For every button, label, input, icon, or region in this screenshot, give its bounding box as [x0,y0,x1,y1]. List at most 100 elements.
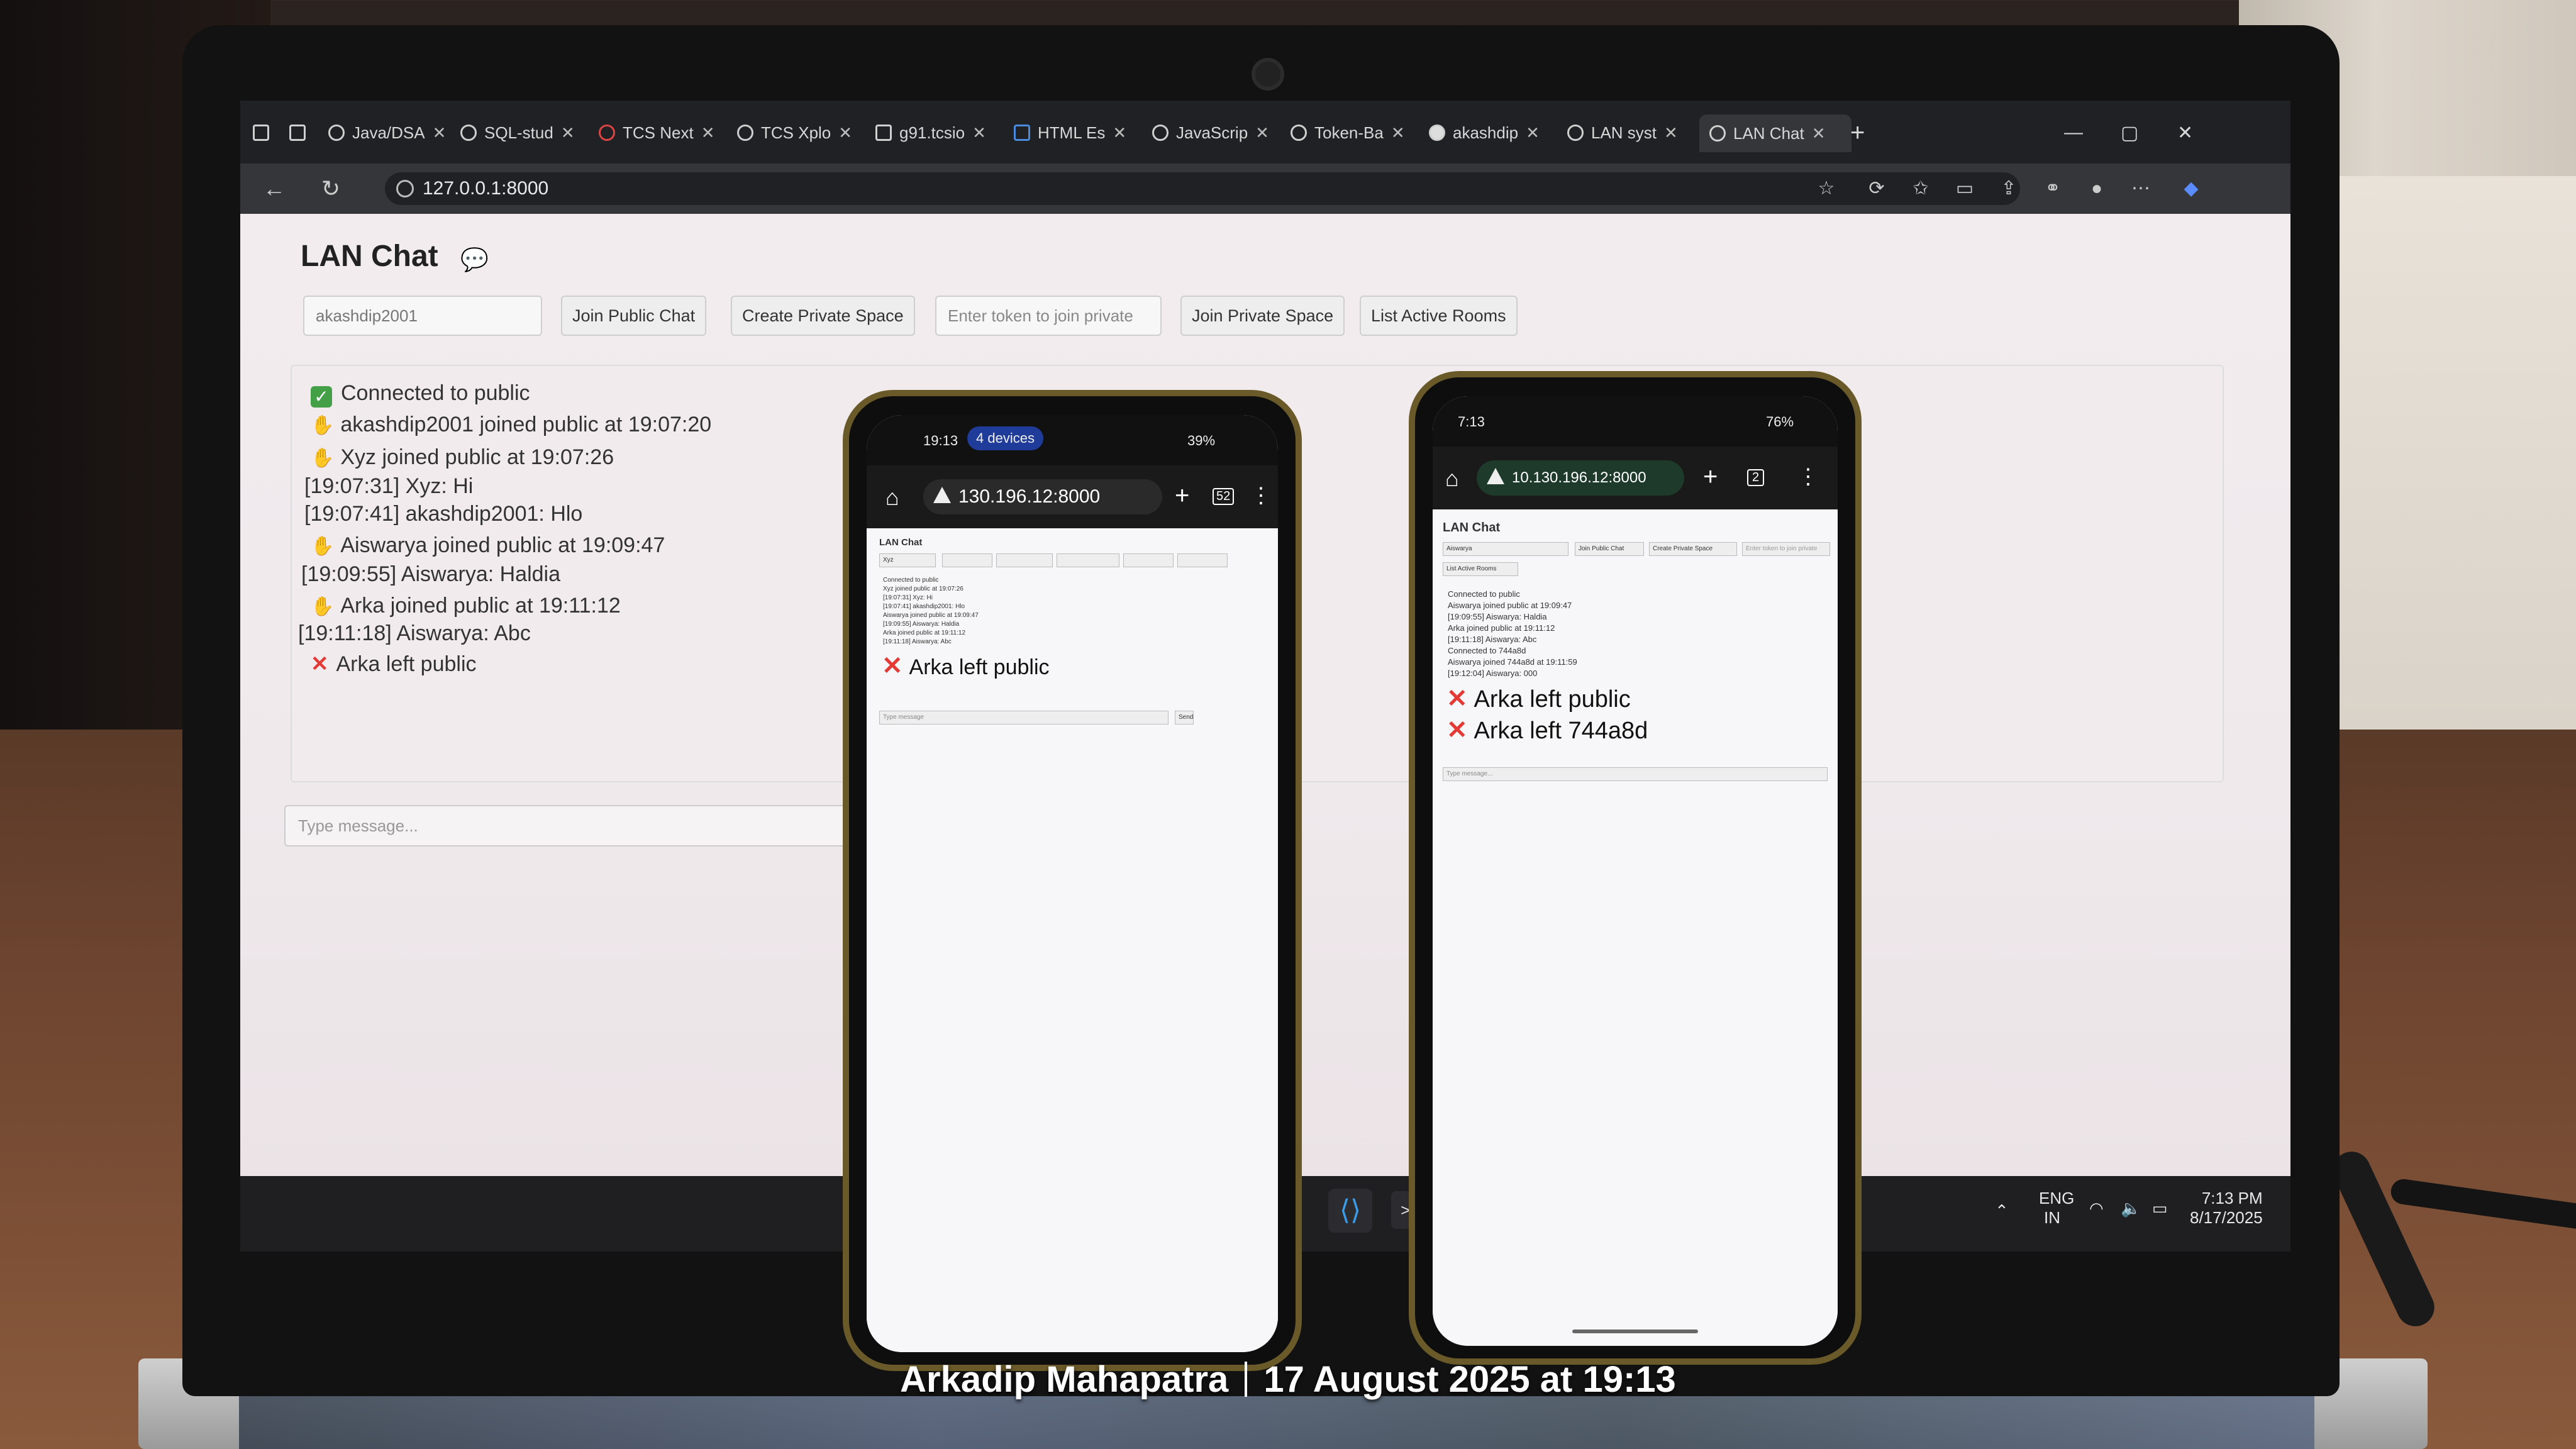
input-language[interactable]: ENG IN [2039,1189,2074,1228]
log-line: [19:07:31] Xyz: Hi [304,474,474,498]
more-menu-icon[interactable]: ⋯ [2127,175,2155,203]
phone-url-field[interactable]: 10.130.196.12:8000 [1477,460,1684,496]
menu-icon[interactable]: ⋮ [1797,464,1819,489]
github-icon [460,125,477,141]
close-icon[interactable]: ✕ [1113,123,1126,143]
warning-icon [1487,468,1504,484]
back-icon[interactable]: ← [259,174,289,204]
tab-html-es[interactable]: HTML Es ✕ [1014,117,1146,148]
wave-hand-icon: ✋ [311,596,335,617]
volume-icon[interactable]: 🔈 [2121,1199,2141,1218]
wave-hand-icon: ✋ [311,536,335,557]
tab-count[interactable]: 52 [1213,488,1235,505]
list-rooms-button[interactable]: List Active Rooms [1360,296,1518,336]
close-icon[interactable]: ✕ [561,123,575,143]
share-icon[interactable]: ⇪ [1995,175,2023,203]
link-icon[interactable]: ⚭ [2039,175,2067,203]
caption-datetime: 17 August 2025 at 19:13 [1263,1359,1676,1400]
phone-left-page: LAN Chat Xyz Connected to public Xyz joi… [867,528,1278,1352]
token-input[interactable]: Enter token to join private [1742,542,1830,556]
create-private-button[interactable] [996,553,1053,567]
username-input[interactable]: akashdip2001 [303,296,542,336]
page-title: LAN Chat [301,240,438,273]
tab-sql-stud[interactable]: SQL-stud ✕ [460,117,586,148]
vscode-icon[interactable]: ⟨⟩ [1328,1189,1372,1233]
tab-java-dsa[interactable]: Java/DSA ✕ [328,117,454,148]
join-public-button[interactable]: Join Public Chat [561,296,707,336]
workspaces-icon[interactable] [253,117,269,148]
url-field[interactable]: 127.0.0.1:8000 [385,172,2020,205]
battery-icon[interactable]: ▭ [2152,1199,2168,1218]
favorites-icon[interactable]: ✩ [1907,175,1935,203]
join-private-button[interactable]: Join Private Space [1180,296,1345,336]
chevron-up-icon[interactable]: ⌃ [1995,1201,2009,1221]
close-icon[interactable]: ✕ [701,123,715,143]
battery-level: 76% [1766,414,1794,430]
close-icon[interactable]: ✕ [1664,123,1678,143]
close-icon[interactable]: ✕ [1255,123,1269,143]
tab-lan-syst[interactable]: LAN syst ✕ [1567,117,1699,148]
home-icon[interactable]: ⌂ [1445,465,1459,492]
username-input[interactable]: Aiswarya [1443,542,1568,556]
list-rooms-button[interactable] [1177,553,1228,567]
phone-status-bar: 7:13 76% [1433,396,1838,447]
log-line: ✕ Arka left 744a8d [1446,716,1648,744]
close-icon[interactable]: ✕ [972,123,986,143]
tab-tcs-next[interactable]: TCS Next ✕ [599,117,724,148]
username-input[interactable]: Xyz [879,553,936,567]
extension-icon[interactable]: ⟳ [1863,175,1890,203]
close-icon[interactable]: ✕ [1812,124,1826,143]
tab-token-ba[interactable]: Token-Ba ✕ [1291,117,1423,148]
restore-icon[interactable]: ▢ [2121,117,2138,148]
log-line: [19:07:41] akashdip2001: Hlo [304,502,583,526]
new-tab-button[interactable]: + [1850,117,1865,148]
message-input[interactable]: Type message... [284,805,850,847]
message-input[interactable]: Type message... [1443,767,1828,781]
browser-address-bar: ← ↻ 127.0.0.1:8000 ☆ ⟳ ✩ ▭ ⇪ ⚭ ● ⋯ ◆ [240,164,2290,214]
home-icon[interactable]: ⌂ [886,484,899,511]
favorite-star-icon[interactable]: ☆ [1813,175,1840,203]
cross-icon: ✕ [1446,685,1468,713]
close-icon[interactable]: ✕ [433,123,447,143]
reload-icon[interactable]: ↻ [316,174,346,204]
minimize-icon[interactable]: — [2064,117,2083,148]
cast-icon[interactable]: ▭ [1951,175,1979,203]
tab-akashdip[interactable]: akashdip ✕ [1429,117,1561,148]
log-line-left: ✕ Arka left public [882,652,1050,680]
list-rooms-button[interactable]: List Active Rooms [1443,562,1518,576]
tab-lan-chat[interactable]: LAN Chat ✕ [1699,114,1852,152]
join-private-button[interactable] [1123,553,1174,567]
photo-caption: Arkadip Mahapatra 17 August 2025 at 19:13 [0,1358,2576,1401]
phone-left: 19:13 4 devices 39% ⌂ 130.196.12:8000 + … [843,390,1302,1371]
chat-log-small: Connected to public Xyz joined public at… [883,577,979,645]
create-private-button[interactable]: Create Private Space [731,296,915,336]
close-icon[interactable]: ✕ [838,123,852,143]
status-clock: 19:13 [923,433,958,448]
tab-javascrip[interactable]: JavaScrip ✕ [1152,117,1284,148]
token-input[interactable]: Enter token to join private [935,296,1162,336]
join-public-button[interactable]: Join Public Chat [1575,542,1644,556]
devices-pill: 4 devices [967,426,1043,450]
copilot-icon[interactable]: ◆ [2177,175,2205,203]
new-tab-icon[interactable]: + [1175,482,1189,510]
new-tab-icon[interactable]: + [1703,463,1718,491]
close-icon[interactable]: ✕ [1526,123,1540,143]
tab-tcs-xplo[interactable]: TCS Xplo ✕ [737,117,869,148]
token-input[interactable] [1057,553,1119,567]
close-icon[interactable]: ✕ [1391,123,1405,143]
join-public-button[interactable] [942,553,992,567]
phone-url-field[interactable]: 130.196.12:8000 [923,479,1162,514]
tab-actions-icon[interactable] [289,117,306,148]
github-icon [1429,125,1445,141]
clock[interactable]: 7:13 PM 8/17/2025 [2190,1189,2263,1228]
close-window-icon[interactable]: ✕ [2177,117,2193,148]
log-line: ✕ Arka left public [311,652,477,676]
wifi-icon[interactable]: ◠ [2089,1199,2104,1218]
message-input[interactable]: Type message [879,711,1169,724]
tab-count[interactable]: 2 [1747,469,1765,486]
tab-g91-tcsio[interactable]: g91.tcsio ✕ [875,117,1008,148]
create-private-button[interactable]: Create Private Space [1649,542,1737,556]
avatar[interactable]: ● [2083,175,2111,203]
menu-icon[interactable]: ⋮ [1250,483,1272,508]
send-button[interactable]: Send [1175,711,1194,724]
